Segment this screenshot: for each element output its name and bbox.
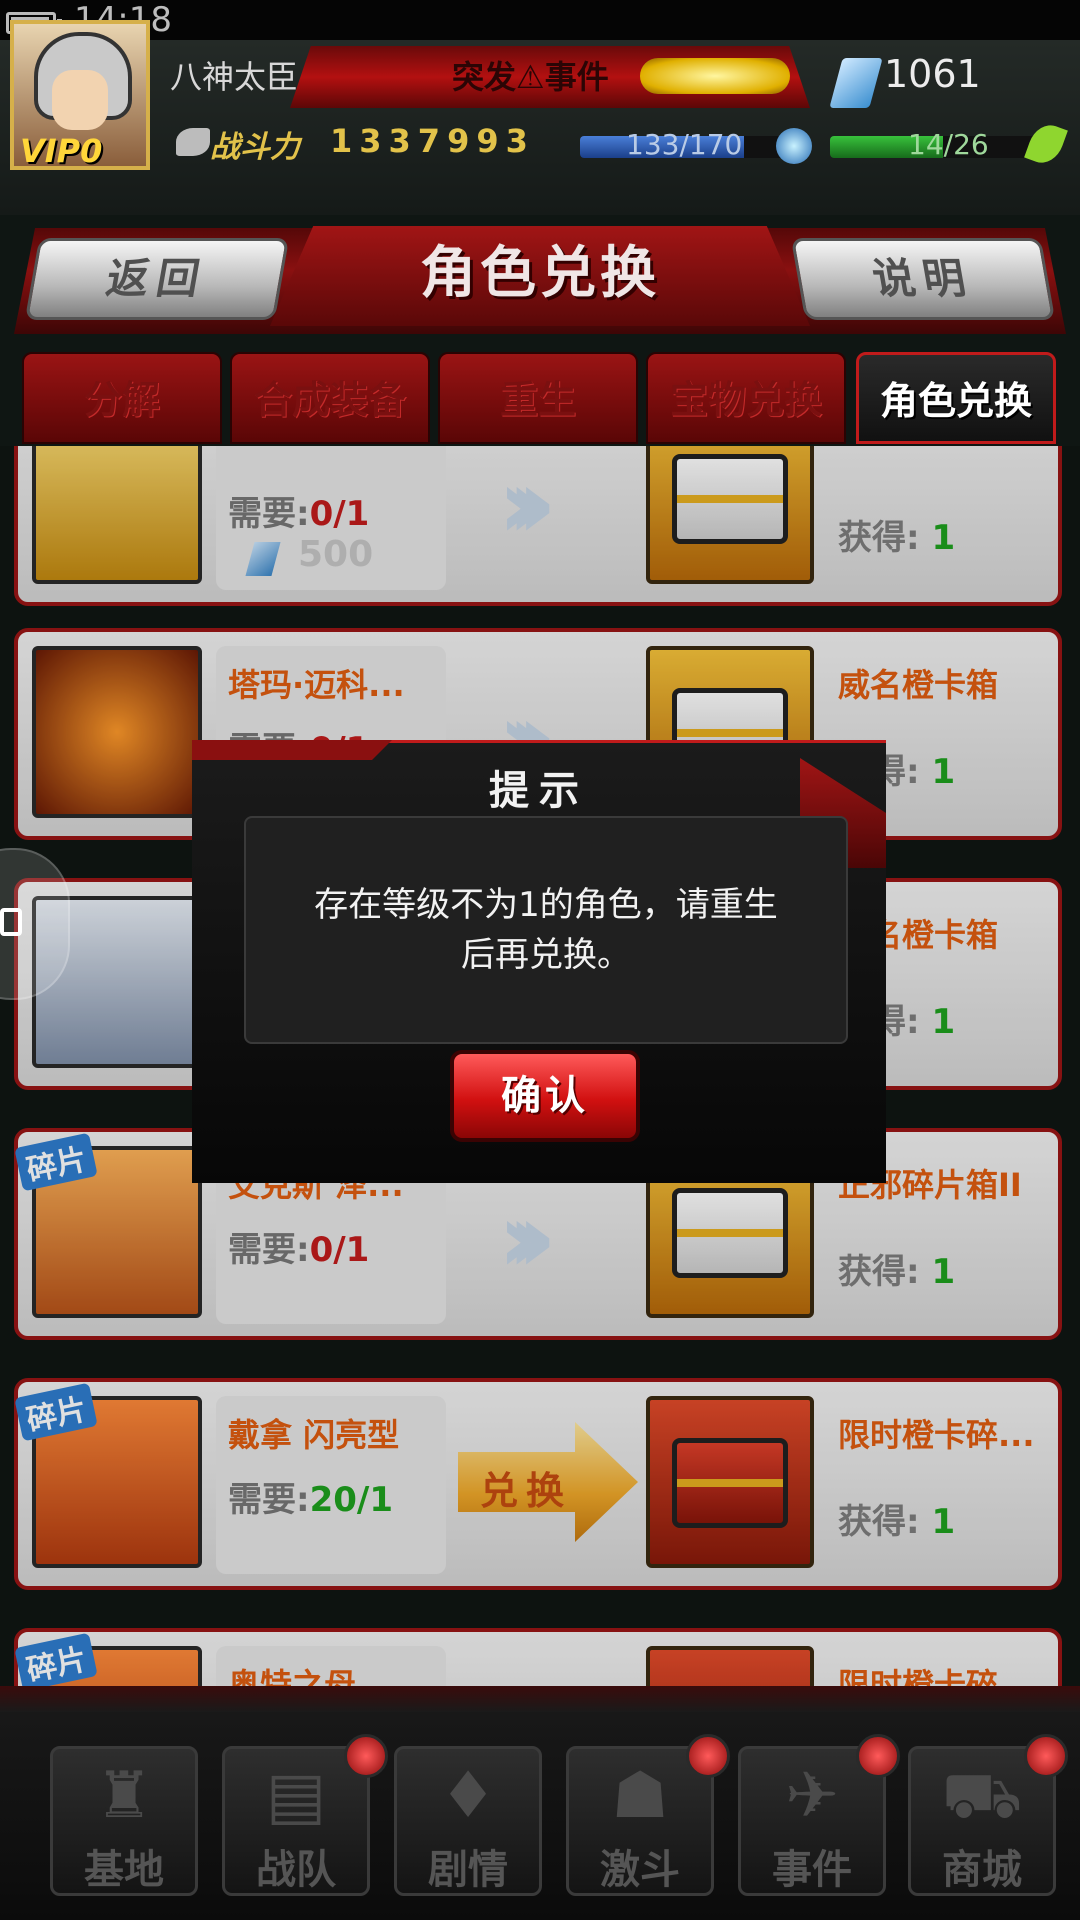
tab-decompose[interactable]: 分解 — [22, 352, 222, 444]
tab-character-exchange[interactable]: 角色兑换 — [856, 352, 1056, 444]
nav-label: 激斗 — [600, 1847, 680, 1893]
disabled-arrow-icon: ››› — [498, 1182, 556, 1294]
energy-text: 133/170 — [626, 128, 743, 161]
need-prefix: 需要: — [228, 1480, 310, 1520]
dialog-title: 提示 — [489, 768, 589, 814]
battle-icon: ☗ — [611, 1759, 669, 1833]
character-name: 奥特之母 — [228, 1666, 357, 1686]
base-icon: ♜ — [95, 1759, 153, 1833]
list-item: 需要:0/1 500 ››› 获得: 1 — [14, 446, 1062, 606]
character-portrait[interactable] — [32, 446, 202, 584]
gem-cost: 500 — [298, 534, 374, 575]
gain: 获得: 1 — [838, 1494, 955, 1543]
reward-name: 限时橙卡碎... — [838, 1666, 1035, 1686]
avatar-face — [52, 70, 108, 130]
tab-label: 角色兑换 — [879, 379, 1032, 423]
notification-dot — [344, 1734, 388, 1778]
vip-badge: VIP0 — [20, 132, 103, 170]
gain-prefix: 获得: — [838, 1502, 920, 1542]
event-glow-icon — [640, 58, 790, 94]
gain: 获得: 1 — [838, 510, 955, 559]
gain-prefix: 获得: — [838, 518, 920, 558]
reward-icon[interactable] — [646, 1646, 814, 1686]
nav-label: 剧情 — [428, 1847, 508, 1893]
nav-base[interactable]: ♜ 基地 — [50, 1746, 198, 1896]
tab-craft-equipment[interactable]: 合成装备 — [230, 352, 430, 444]
event-banner-label[interactable]: 突发⚠事件 — [452, 52, 609, 98]
reward-icon[interactable] — [646, 1396, 814, 1568]
character-portrait[interactable] — [32, 646, 202, 818]
lock-icon — [0, 908, 22, 936]
confirm-button[interactable]: 确认 — [450, 1050, 640, 1142]
back-button-label: 返回 — [102, 254, 212, 303]
team-icon: ▤ — [265, 1759, 327, 1833]
power-value: 1337993 — [330, 122, 535, 160]
need-value: 0/1 — [309, 1230, 370, 1270]
character-name: 塔玛·迈科... — [228, 666, 405, 704]
gain: 获得: 1 — [838, 1244, 955, 1293]
gain-value: 1 — [931, 1502, 956, 1542]
dialog-message: 存在等级不为1的角色，请重生 后再兑换。 — [264, 880, 828, 980]
requirement: 需要:0/1 — [228, 486, 369, 535]
need-prefix: 需要: — [228, 494, 310, 534]
power-label: 战斗力 — [210, 130, 300, 165]
nav-label: 基地 — [84, 1847, 164, 1893]
player-avatar[interactable]: VIP0 — [10, 20, 150, 170]
back-button[interactable]: 返回 — [24, 238, 290, 320]
stamina-text: 14/26 — [908, 128, 989, 161]
requirement: 需要:0/1 — [228, 1222, 369, 1271]
tab-label: 合成装备 — [253, 378, 406, 422]
gain-value: 1 — [931, 1252, 956, 1292]
gem-count: 1061 — [884, 52, 981, 96]
nav-label: 商城 — [942, 1847, 1022, 1893]
nav-label: 事件 — [772, 1847, 852, 1893]
gain-value: 1 — [931, 752, 956, 792]
need-value: 20/1 — [309, 1480, 393, 1520]
story-icon: ♦ — [439, 1759, 497, 1833]
notification-dot — [686, 1734, 730, 1778]
list-item: 碎片 奥特之母 限时橙卡碎... — [14, 1628, 1062, 1686]
status-bar: 14:18 — [0, 0, 1080, 40]
tab-treasure-exchange[interactable]: 宝物兑换 — [646, 352, 846, 444]
tab-label: 宝物兑换 — [669, 378, 822, 422]
disabled-arrow-icon: ››› — [498, 448, 556, 560]
help-button[interactable]: 说明 — [790, 238, 1056, 320]
need-prefix: 需要: — [228, 1230, 310, 1270]
need-value: 0/1 — [309, 494, 370, 534]
tab-label: 重生 — [499, 378, 576, 422]
confirm-button-label: 确认 — [501, 1073, 589, 1119]
tab-rebirth[interactable]: 重生 — [438, 352, 638, 444]
dialog-message-line: 存在等级不为1的角色，请重生 — [314, 885, 778, 925]
exchange-button-label[interactable]: 兑换 — [480, 1460, 572, 1515]
notification-dot — [856, 1734, 900, 1778]
help-button-label: 说明 — [868, 254, 978, 303]
player-name: 八神太臣 — [170, 58, 299, 96]
energy-orb-icon — [776, 128, 812, 164]
gain-value: 1 — [931, 1002, 956, 1042]
requirement: 需要:20/1 — [228, 1472, 393, 1521]
nav-story[interactable]: ♦ 剧情 — [394, 1746, 542, 1896]
dialog-message-line: 后再兑换。 — [461, 935, 631, 975]
shard-badge: 碎片 — [14, 1632, 98, 1686]
wing-icon — [176, 128, 210, 156]
reward-name: 威名橙卡箱 — [838, 666, 999, 704]
page-title: 角色兑换 — [420, 241, 660, 306]
reward-name: 限时橙卡碎... — [838, 1416, 1035, 1454]
character-name: 戴拿 闪亮型 — [228, 1416, 400, 1454]
dialog-corner-decoration — [192, 740, 392, 760]
tab-label: 分解 — [83, 378, 160, 422]
nav-label: 战队 — [256, 1847, 336, 1893]
tab-bar: 分解 合成装备 重生 宝物兑换 角色兑换 — [22, 352, 1062, 444]
gain-value: 1 — [931, 518, 956, 558]
notification-dot — [1024, 1734, 1068, 1778]
gain-prefix: 获得: — [838, 1252, 920, 1292]
list-item: 碎片 戴拿 闪亮型 需要:20/1 兑换 限时橙卡碎... 获得: 1 — [14, 1378, 1062, 1590]
reward-icon[interactable] — [646, 446, 814, 584]
